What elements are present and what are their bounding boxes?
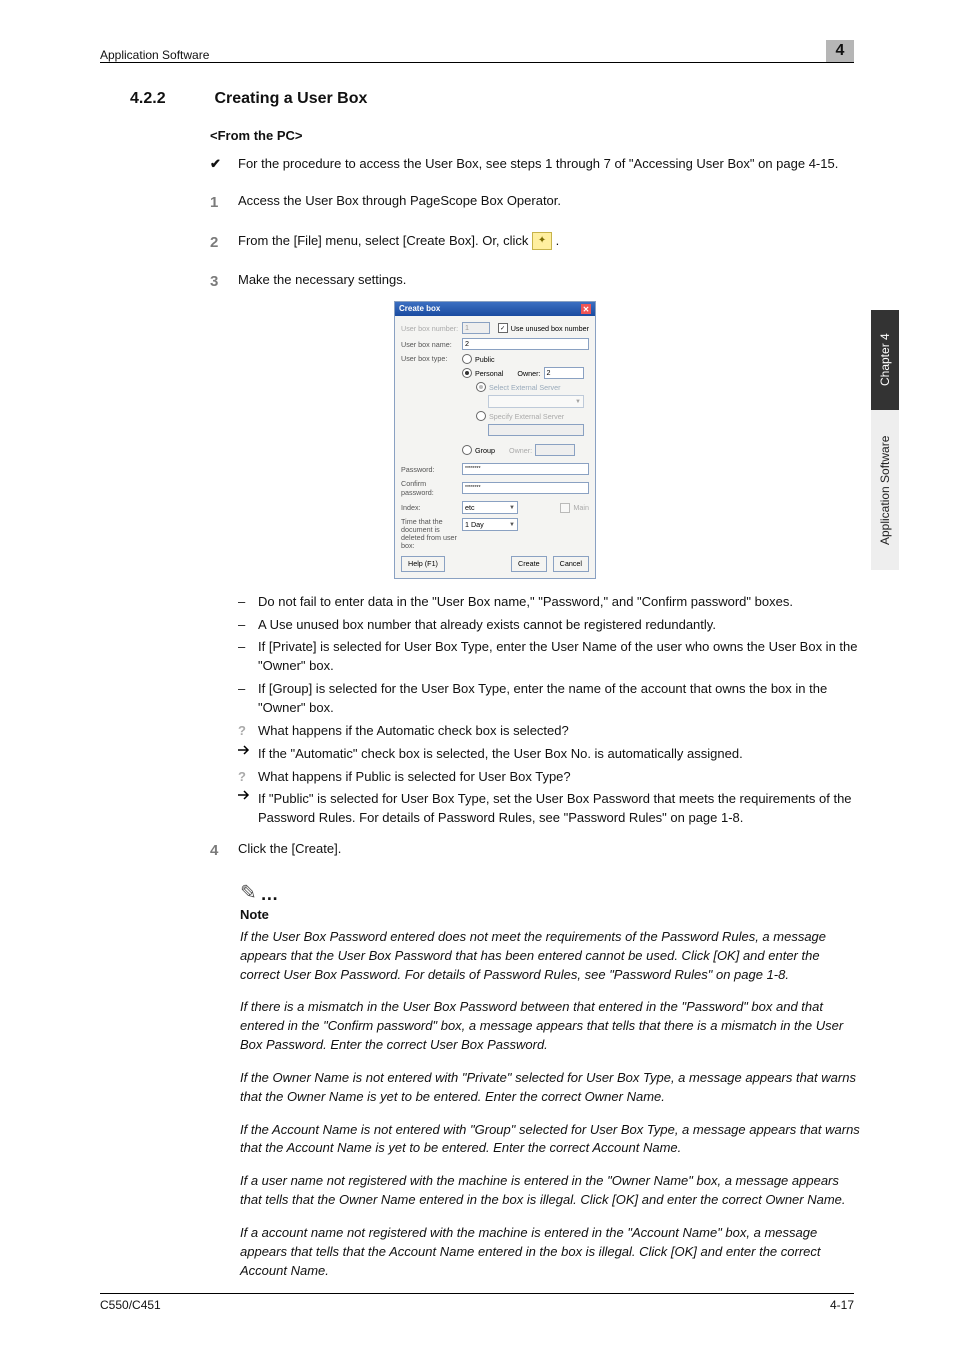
- list-item: – Do not fail to enter data in the "User…: [238, 593, 860, 612]
- section-number: 4.2.2: [130, 90, 210, 108]
- specify-ext-label: Specify External Server: [489, 412, 564, 421]
- create-box-icon: ✦: [532, 232, 552, 250]
- note-paragraph: If a account name not registered with th…: [240, 1224, 860, 1281]
- question-row: ? What happens if the Automatic check bo…: [238, 722, 860, 741]
- time-delete-label: Time that the document is deleted from u…: [401, 518, 459, 550]
- confirm-password-label: Confirm password:: [401, 479, 459, 497]
- step-2: 2 From the [File] menu, select [Create B…: [238, 232, 860, 254]
- password-input[interactable]: ********: [462, 463, 589, 475]
- owner-label: Owner:: [517, 369, 540, 378]
- answer-row: If the "Automatic" check box is selected…: [238, 745, 860, 764]
- step-text: From the [File] menu, select [Create Box…: [238, 232, 559, 254]
- user-box-name-input[interactable]: 2: [462, 338, 589, 350]
- main-label: Main: [573, 503, 589, 512]
- list-item: – If [Group] is selected for the User Bo…: [238, 680, 860, 718]
- prereq-note: ✔ For the procedure to access the User B…: [210, 155, 860, 174]
- breadcrumb: Application Software: [100, 48, 209, 62]
- user-box-number-label: User box number:: [401, 324, 459, 333]
- create-button[interactable]: Create: [511, 556, 547, 572]
- step-3: 3 Make the necessary settings.: [238, 271, 860, 293]
- user-box-name-label: User box name:: [401, 340, 459, 349]
- personal-radio[interactable]: [462, 368, 472, 378]
- page-header: Application Software 4: [100, 38, 854, 63]
- index-select[interactable]: etc▼: [462, 501, 518, 514]
- dash-icon: –: [238, 593, 258, 612]
- step-text: Access the User Box through PageScope Bo…: [238, 192, 561, 214]
- public-radio[interactable]: [462, 354, 472, 364]
- user-box-type-label: User box type:: [401, 354, 459, 363]
- password-label: Password:: [401, 465, 459, 474]
- footer-page: 4-17: [830, 1298, 854, 1312]
- note-icon: ✎: [240, 882, 257, 904]
- step-number: 3: [210, 271, 238, 293]
- step-number: 4: [210, 840, 238, 862]
- step-4: 4 Click the [Create].: [238, 840, 860, 862]
- note-paragraph: If the Account Name is not entered with …: [240, 1121, 860, 1159]
- list-item: – A Use unused box number that already e…: [238, 616, 860, 635]
- prereq-text: For the procedure to access the User Box…: [238, 155, 838, 174]
- note-paragraph: If a user name not registered with the m…: [240, 1172, 860, 1210]
- personal-label: Personal: [475, 369, 503, 378]
- group-owner-input[interactable]: [535, 444, 575, 456]
- note-paragraph: If there is a mismatch in the User Box P…: [240, 998, 860, 1055]
- question-icon: ?: [238, 768, 258, 787]
- main-checkbox[interactable]: [560, 503, 570, 513]
- step-text: Make the necessary settings.: [238, 271, 406, 293]
- dialog-title: Create box: [399, 304, 440, 314]
- group-owner-label: Owner:: [509, 446, 532, 455]
- select-ext-label: Select External Server: [489, 383, 561, 392]
- time-delete-select[interactable]: 1 Day▼: [462, 518, 518, 531]
- footer-model: C550/C451: [100, 1298, 161, 1312]
- specify-ext-radio[interactable]: [476, 411, 486, 421]
- dash-icon: –: [238, 680, 258, 718]
- dialog-titlebar: Create box ✕: [395, 302, 595, 316]
- question-icon: ?: [238, 722, 258, 741]
- side-tab-chapter: Chapter 4: [871, 310, 899, 410]
- question-row: ? What happens if Public is selected for…: [238, 768, 860, 787]
- cancel-button[interactable]: Cancel: [553, 556, 589, 572]
- note-paragraph: If the User Box Password entered does no…: [240, 928, 860, 985]
- close-icon[interactable]: ✕: [581, 304, 591, 314]
- user-box-number-input[interactable]: 1: [462, 322, 490, 334]
- dash-icon: –: [238, 616, 258, 635]
- specify-ext-input[interactable]: [488, 424, 584, 436]
- section-heading: 4.2.2 Creating a User Box: [130, 90, 860, 108]
- index-label: Index:: [401, 503, 459, 512]
- side-tab-section: Application Software: [871, 410, 899, 570]
- step-text: Click the [Create].: [238, 840, 341, 862]
- answer-row: If "Public" is selected for User Box Typ…: [238, 790, 860, 828]
- confirm-password-input[interactable]: ********: [462, 482, 589, 494]
- page-footer: C550/C451 4-17: [100, 1293, 854, 1312]
- check-icon: ✔: [210, 155, 238, 174]
- arrow-right-icon: [238, 790, 258, 828]
- step-number: 1: [210, 192, 238, 214]
- note-paragraph: If the Owner Name is not entered with "P…: [240, 1069, 860, 1107]
- group-radio[interactable]: [462, 445, 472, 455]
- select-ext-dropdown[interactable]: ▼: [488, 395, 584, 408]
- list-item: – If [Private] is selected for User Box …: [238, 638, 860, 676]
- note-block: ✎ … Note If the User Box Password entere…: [240, 880, 860, 1281]
- chapter-number-badge: 4: [826, 40, 854, 62]
- group-label: Group: [475, 446, 495, 455]
- arrow-right-icon: [238, 745, 258, 764]
- public-label: Public: [475, 355, 495, 364]
- use-unused-checkbox[interactable]: ✓: [498, 323, 508, 333]
- sub-heading: <From the PC>: [210, 128, 860, 143]
- create-box-dialog: Create box ✕ User box number: 1 ✓ Use un…: [394, 301, 596, 579]
- help-button[interactable]: Help (F1): [401, 556, 445, 572]
- section-title: Creating a User Box: [214, 90, 367, 107]
- select-ext-radio[interactable]: [476, 382, 486, 392]
- owner-input[interactable]: 2: [544, 367, 584, 379]
- step-1: 1 Access the User Box through PageScope …: [238, 192, 860, 214]
- dash-icon: –: [238, 638, 258, 676]
- note-heading: Note: [240, 907, 860, 922]
- use-unused-label: Use unused box number: [511, 324, 589, 333]
- step-number: 2: [210, 232, 238, 254]
